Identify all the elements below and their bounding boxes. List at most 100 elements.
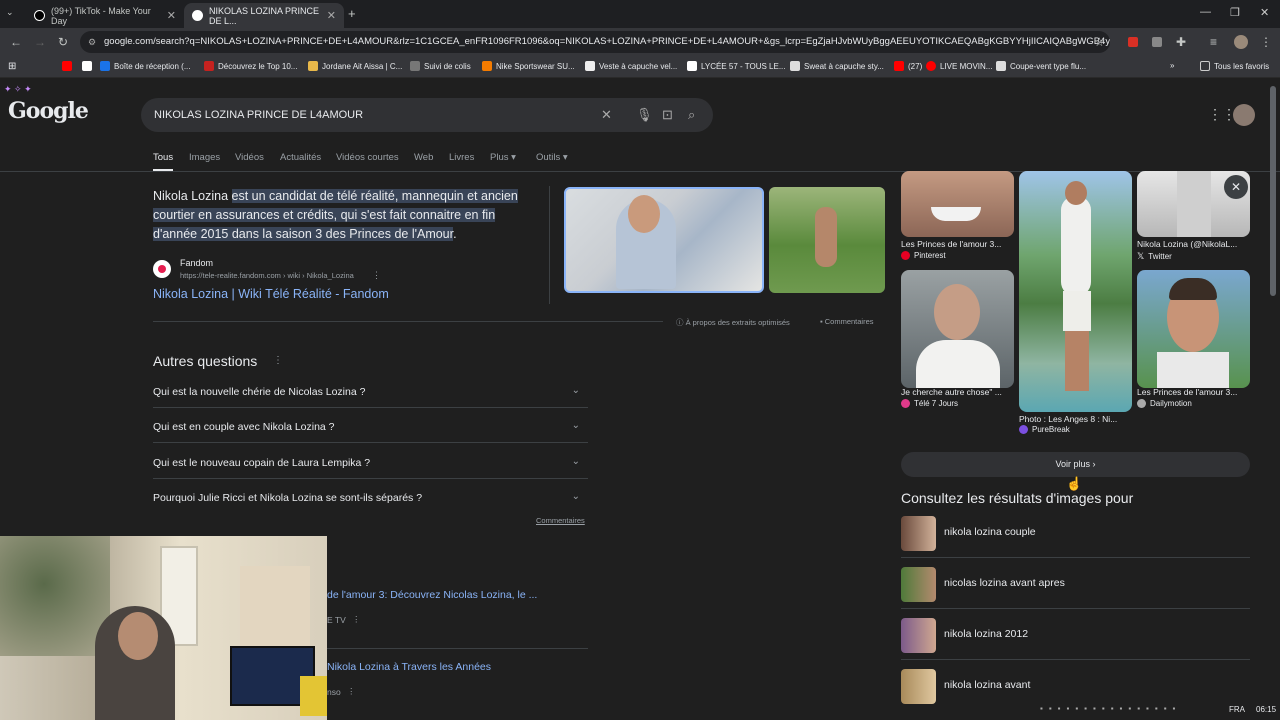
bookmark-item[interactable]: Coupe-vent type flu... [996,61,1086,71]
image-result[interactable] [1019,171,1132,412]
scrollbar[interactable] [1270,86,1276,296]
more-options-icon[interactable]: ⋮ [352,614,361,625]
tab-all[interactable]: Tous [153,152,174,171]
result-title-link[interactable]: de l'amour 3: Découvrez Nicolas Lozina, … [327,589,537,601]
bookmark-item[interactable]: LYCÉE 57 - TOUS LE... [687,61,785,71]
paa-feedback-link[interactable]: Commentaires [536,516,585,525]
media-icon[interactable]: ≡ [1210,35,1217,49]
close-icon[interactable]: ✕ [1224,175,1248,199]
microphone-icon[interactable]: 🎙 [636,98,653,132]
snippet-image-stadium[interactable] [769,187,885,293]
search-input[interactable]: NIKOLAS LOZINA PRINCE DE L4AMOUR ✕ 🎙 ⊡ ⌕ [141,98,713,132]
tab-short-videos[interactable]: Vidéos courtes [336,152,399,163]
feedback-link[interactable]: ▪ Commentaires [820,317,874,326]
tab-more[interactable]: Plus ▾ [490,152,516,163]
tab-videos[interactable]: Vidéos [235,152,264,163]
paa-question[interactable]: Qui est le nouveau copain de Laura Lempi… [153,456,588,479]
image-caption[interactable]: Je cherche autre chose" ... [901,387,1002,397]
image-caption[interactable]: Nikola Lozina (@NikolaL... [1137,239,1237,249]
bookmark-item[interactable]: Veste à capuche vel... [585,61,677,71]
result-source: nso [327,687,341,697]
doodle-confetti-icon: ✦ ✧ ✦ [4,84,32,94]
more-options-icon[interactable]: ⋮ [273,355,283,366]
account-avatar[interactable] [1233,104,1255,126]
extension-icon[interactable] [1152,37,1162,47]
see-more-button[interactable]: Voir plus › [901,452,1250,477]
bookmark-star-icon[interactable]: ☆ [1094,35,1105,49]
close-icon[interactable]: ✕ [167,9,176,22]
lens-icon[interactable]: ⊡ [662,98,673,132]
tab-search-icon[interactable]: ⌄ [6,7,14,18]
bookmark-item[interactable]: (27) [894,61,922,71]
paa-question[interactable]: Qui est la nouvelle chérie de Nicolas Lo… [153,385,588,408]
extension-icon[interactable] [1128,37,1138,47]
language-indicator[interactable]: FRA [1229,705,1245,714]
tab-web[interactable]: Web [414,152,433,163]
image-result[interactable] [901,270,1014,388]
related-search-item[interactable]: nikola lozina 2012 [901,612,1250,660]
menu-icon[interactable]: ⋮ [1260,35,1272,49]
snippet-image-suit[interactable] [564,187,764,293]
bookmark-youtube[interactable] [62,61,72,71]
more-options-icon[interactable]: ⋮ [372,270,381,281]
more-bookmarks-icon[interactable]: » [1170,61,1174,70]
minimize-icon[interactable]: — [1200,6,1211,18]
chevron-down-icon: ⌄ [571,491,580,502]
tab-images[interactable]: Images [189,152,220,163]
paa-question[interactable]: Pourquoi Julie Ricci et Nikola Lozina se… [153,491,588,513]
restore-icon[interactable]: ❐ [1230,6,1240,19]
image-source: Dailymotion [1137,399,1192,408]
reload-icon[interactable]: ↻ [58,35,68,49]
bookmark-item[interactable]: Suivi de colis [410,61,471,71]
bookmark-item[interactable]: Sweat à capuche sty... [790,61,884,71]
search-icon[interactable]: ⌕ [688,98,695,132]
bookmark-item[interactable]: Nike Sportswear SU... [482,61,575,71]
related-thumbnail [901,669,936,704]
result-title-link[interactable]: Nikola Lozina à Travers les Années [327,661,491,673]
url-text: google.com/search?q=NIKOLAS+LOZINA+PRINC… [104,36,1110,47]
result-title-link[interactable]: Nikola Lozina | Wiki Télé Réalité - Fand… [153,287,389,301]
chevron-down-icon: ⌄ [571,420,580,431]
image-caption[interactable]: Les Princes de l'amour 3... [1137,387,1237,397]
forward-icon[interactable]: → [34,35,46,49]
close-window-icon[interactable]: ✕ [1260,6,1269,19]
tab-news[interactable]: Actualités [280,152,321,163]
tray-icons[interactable]: ▪▪▪▪▪▪▪▪▪▪▪▪▪▪▪▪ [1040,704,1181,713]
about-snippets-link[interactable]: ⓘ À propos des extraits optimisés [676,317,790,328]
profile-avatar[interactable] [1234,35,1248,49]
google-logo[interactable]: Google [8,98,89,124]
all-bookmarks-folder[interactable]: Tous les favoris [1200,61,1269,71]
bookmark-item[interactable]: LIVE MOVIN... [926,61,992,71]
new-tab-button[interactable]: + [348,6,356,21]
related-search-item[interactable]: nicolas lozina avant apres [901,561,1250,609]
related-search-item[interactable]: nikola lozina couple [901,510,1250,558]
image-result[interactable] [1137,270,1250,388]
image-caption[interactable]: Photo : Les Anges 8 : Ni... [1019,414,1117,424]
image-caption[interactable]: Les Princes de l'amour 3... [901,239,1001,249]
close-icon[interactable]: ✕ [327,9,336,22]
bookmarks-bar: ⊞ Boîte de réception (... Découvrez le T… [0,56,1280,78]
url-bar[interactable]: ⚙ google.com/search?q=NIKOLAS+LOZINA+PRI… [80,31,1110,53]
extensions-puzzle-icon[interactable]: ✚ [1176,35,1186,49]
clear-icon[interactable]: ✕ [601,98,612,132]
tab-books[interactable]: Livres [449,152,474,163]
image-source: 𝕏 Twitter [1137,251,1172,261]
apps-grid-icon[interactable]: ⊞ [8,61,16,72]
chevron-right-icon: › [1092,459,1096,469]
image-result[interactable] [901,171,1014,237]
tab-tools[interactable]: Outils ▾ [536,152,568,163]
site-info-icon[interactable]: ⚙ [88,31,96,53]
back-icon[interactable]: ← [10,35,22,49]
bookmark-gmail[interactable] [82,61,92,71]
fandom-icon [153,260,171,278]
clock[interactable]: 06:15 [1256,705,1276,714]
bookmark-item[interactable]: Jordane Ait Aissa | C... [308,61,402,71]
bookmark-item[interactable]: Boîte de réception (... [100,61,191,71]
tab-tiktok[interactable]: (99+) TikTok - Make Your Day ✕ [26,3,184,28]
paa-question[interactable]: Qui est en couple avec Nikola Lozina ? ⌄ [153,420,588,443]
browser-tab-bar: ⌄ (99+) TikTok - Make Your Day ✕ NIKOLAS… [0,0,1280,28]
source-url[interactable]: https://tele-realite.fandom.com › wiki ›… [180,271,354,280]
bookmark-item[interactable]: Découvrez le Top 10... [204,61,297,71]
tab-google-search[interactable]: NIKOLAS LOZINA PRINCE DE L... ✕ [184,3,344,28]
more-options-icon[interactable]: ⋮ [347,686,356,697]
